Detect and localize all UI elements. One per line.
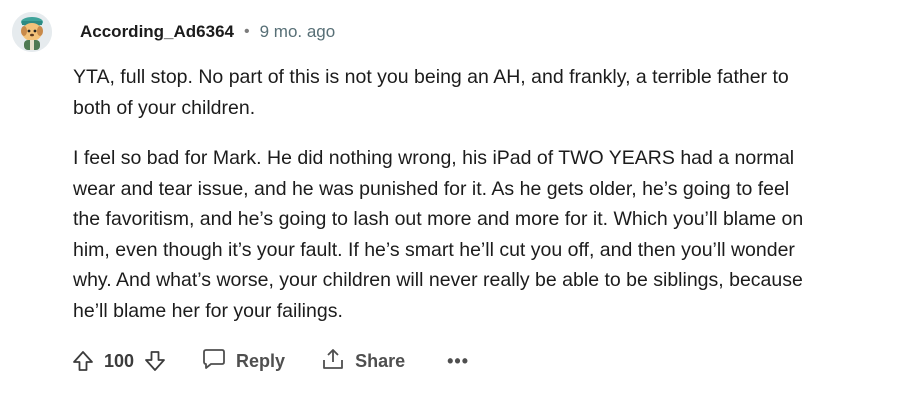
speech-bubble-icon [202,348,226,375]
reply-label: Reply [236,350,286,371]
share-label: Share [355,350,406,371]
avatar-icon[interactable] [12,12,52,52]
comment: According_Ad6364 • 9 mo. ago YTA, full s… [0,0,920,402]
meta-separator: • [244,23,250,40]
more-options-button[interactable]: ••• [447,351,469,372]
author-username[interactable]: According_Ad6364 [80,22,234,42]
downvote-arrow-icon[interactable] [144,350,166,372]
reply-button[interactable]: Reply [202,348,285,375]
share-icon [321,347,345,376]
comment-header: According_Ad6364 • 9 mo. ago [80,20,335,44]
comment-action-bar: 100 Reply Share ••• [72,346,469,376]
comment-paragraph: YTA, full stop. No part of this is not y… [73,66,789,119]
comment-paragraph: I feel so bad for Mark. He did nothing w… [73,147,804,322]
share-button[interactable]: Share [321,347,405,376]
timestamp[interactable]: 9 mo. ago [260,22,336,42]
vote-score: 100 [104,350,135,371]
upvote-arrow-icon[interactable] [72,350,94,372]
vote-control: 100 [72,350,166,372]
comment-body: YTA, full stop. No part of this is not y… [73,62,893,326]
